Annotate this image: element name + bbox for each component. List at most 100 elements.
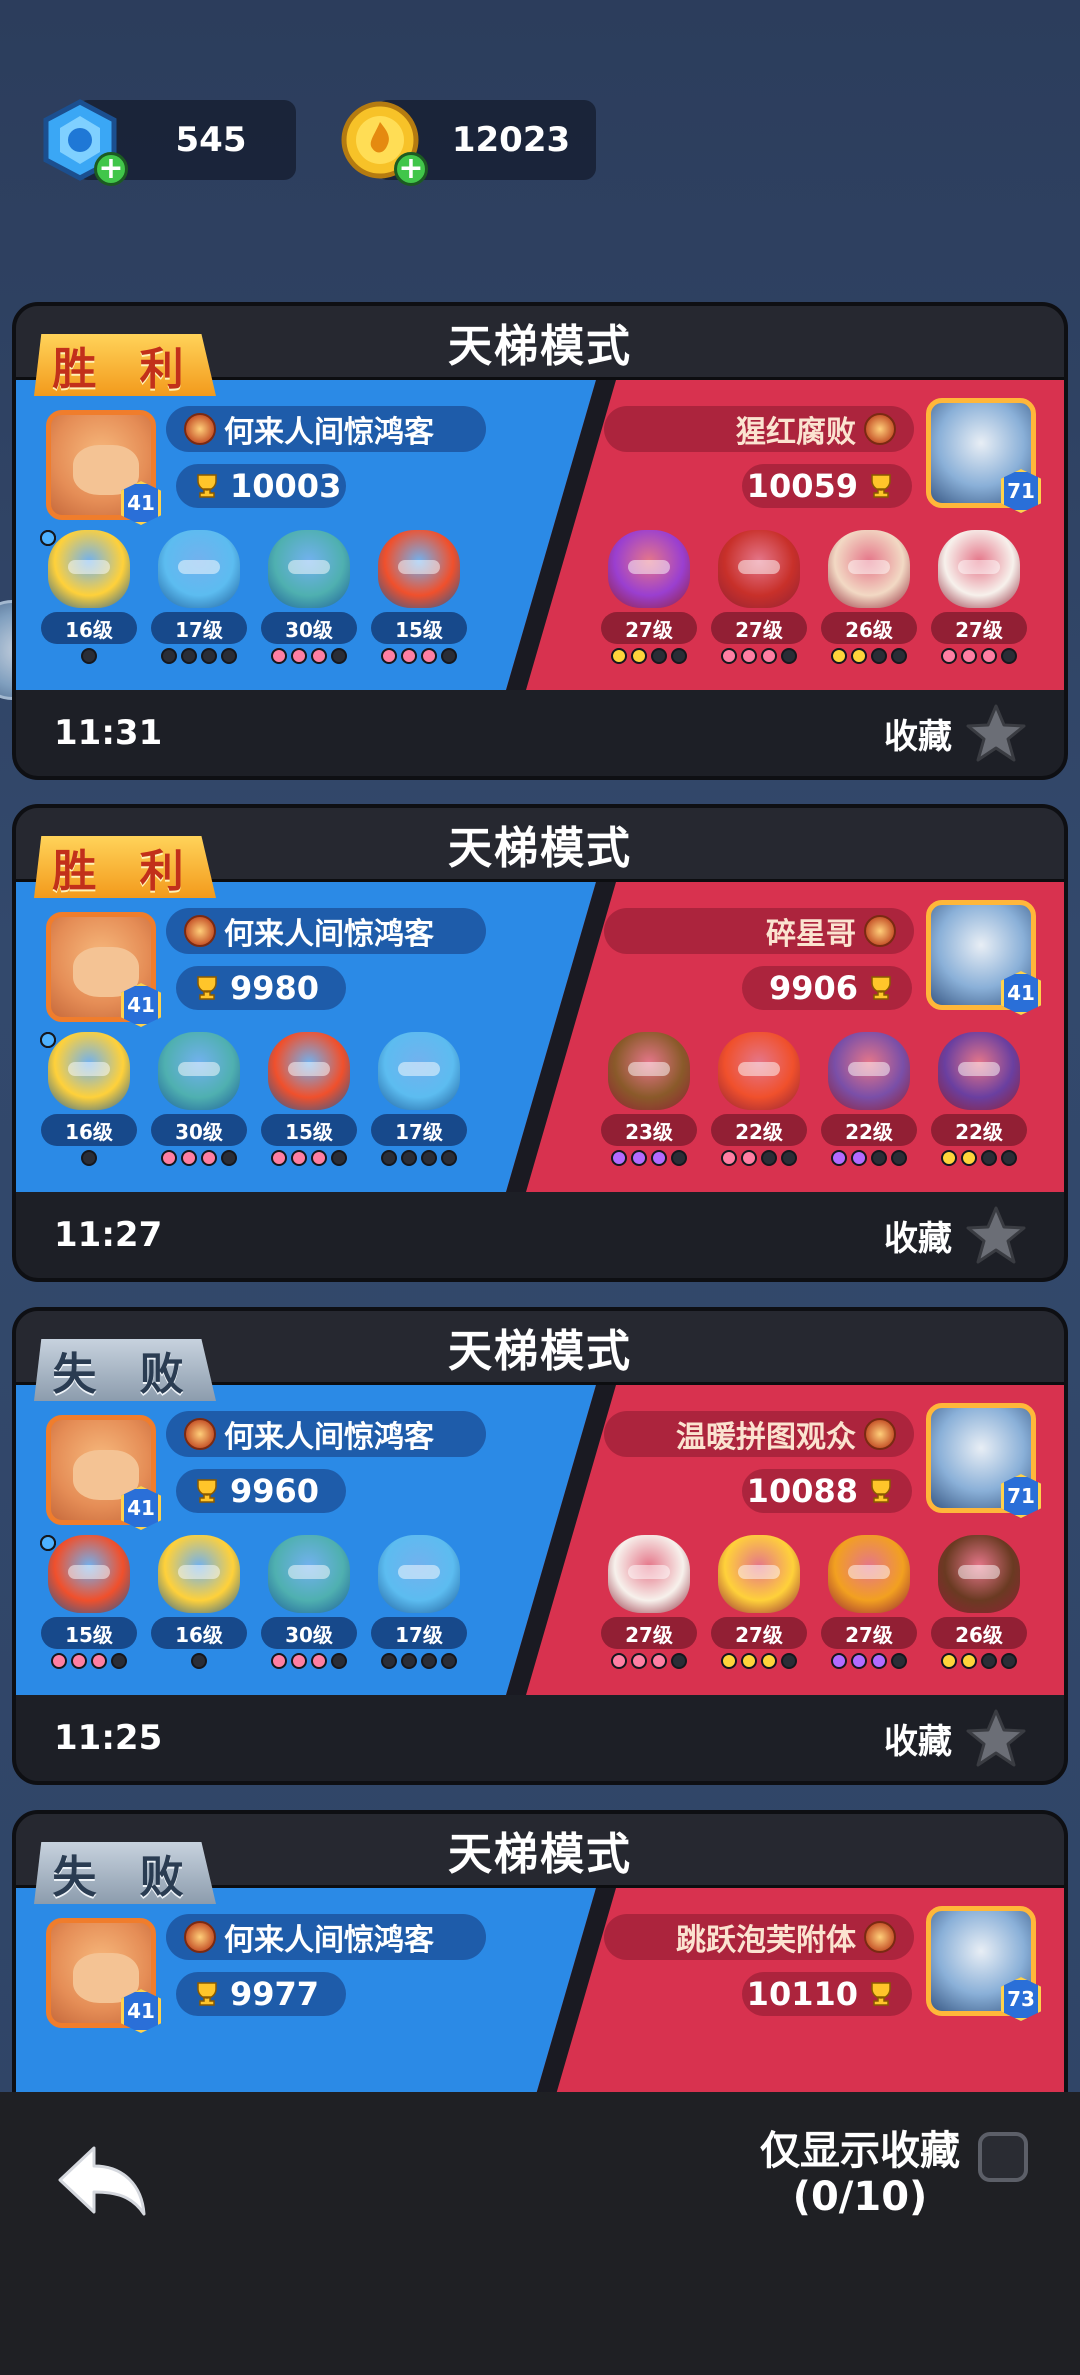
star-dot	[651, 1653, 667, 1669]
battle-record-card[interactable]: 天梯模式 41 何来人间惊鸿客 9980 41 碎星哥 9906 16级 30级…	[12, 804, 1068, 1282]
player-name: 何来人间惊鸿客	[224, 1923, 434, 1958]
unit-star-dots	[611, 648, 687, 664]
match-result-banner: 胜 利	[34, 334, 216, 396]
player-trophies: 9980	[230, 969, 320, 1007]
unit-level: 23级	[601, 1114, 697, 1146]
star-dot	[721, 1150, 737, 1166]
unit-slot: 27级	[930, 530, 1028, 664]
unit-portrait	[158, 530, 240, 608]
star-dot	[871, 1653, 887, 1669]
card-footer: 11:27 收藏	[16, 1192, 1064, 1278]
player-avatar[interactable]: 41	[46, 1918, 161, 2033]
unit-star-dots	[381, 1653, 457, 1669]
star-dot	[851, 1653, 867, 1669]
opponent-avatar[interactable]: 41	[926, 900, 1041, 1015]
unit-level: 16级	[151, 1617, 247, 1649]
unit-star-dots	[941, 1150, 1017, 1166]
opponent-avatar[interactable]: 71	[926, 398, 1041, 513]
unit-level: 27级	[931, 612, 1027, 644]
unit-slot: 17级	[370, 1032, 468, 1166]
star-dot	[71, 1653, 87, 1669]
player-trophy-pill: 9977	[176, 1972, 346, 2016]
star-dot	[311, 648, 327, 664]
opponent-lineup: 23级 22级 22级 22级	[600, 1032, 1028, 1166]
unit-star-dots	[721, 648, 797, 664]
star-dot	[441, 648, 457, 664]
opponent-avatar[interactable]: 73	[926, 1906, 1041, 2021]
opponent-name: 跳跃泡芙附体	[676, 1923, 856, 1958]
unit-level: 16级	[41, 612, 137, 644]
favorite-button[interactable]: 收藏	[884, 702, 1028, 764]
opponent-name-pill: 温暖拼图观众	[604, 1411, 914, 1457]
star-dot	[891, 648, 907, 664]
player-name-pill: 何来人间惊鸿客	[166, 1914, 486, 1960]
rank-icon	[184, 1921, 216, 1953]
player-avatar[interactable]: 41	[46, 912, 161, 1027]
player-avatar[interactable]: 41	[46, 1415, 161, 1530]
star-dot	[871, 1150, 887, 1166]
battle-record-card[interactable]: 天梯模式 41 何来人间惊鸿客 9960 71 温暖拼图观众 10088 15级…	[12, 1307, 1068, 1785]
favorite-label: 收藏	[884, 1721, 952, 1762]
unit-star-dots	[381, 1150, 457, 1166]
opponent-trophies: 10110	[746, 1975, 858, 2013]
star-dot	[40, 1032, 56, 1048]
favorites-only-checkbox[interactable]	[978, 2132, 1028, 2182]
opponent-name: 猩红腐败	[736, 415, 856, 450]
show-favorites-only-toggle[interactable]: 仅显示收藏 (0/10)	[760, 2128, 1028, 2220]
unit-slot: 27级	[710, 530, 808, 664]
player-trophies: 10003	[230, 467, 342, 505]
favorite-button[interactable]: 收藏	[884, 1707, 1028, 1769]
unit-slot: 16级	[40, 1535, 248, 1669]
opponent-name-pill: 猩红腐败	[604, 406, 914, 452]
player-avatar[interactable]: 41	[46, 410, 161, 525]
opponent-avatar[interactable]: 71	[926, 1403, 1041, 1518]
favorite-button[interactable]: 收藏	[884, 1204, 1028, 1266]
player-lineup: 16级 30级 15级 17级	[40, 1032, 468, 1166]
star-dot	[651, 1150, 667, 1166]
opponent-name: 温暖拼图观众	[676, 1420, 856, 1455]
opponent-name-pill: 碎星哥	[604, 908, 914, 954]
back-arrow-icon[interactable]	[54, 2142, 150, 2222]
unit-star-dots	[271, 1653, 347, 1669]
gem-counter[interactable]: + 545	[43, 99, 296, 186]
battle-record-card[interactable]: 天梯模式 41 何来人间惊鸿客 10003 71 猩红腐败 10059 16级 …	[12, 302, 1068, 780]
star-dot	[271, 648, 287, 664]
unit-star-dots	[381, 648, 457, 664]
star-dot	[781, 1653, 797, 1669]
star-dot	[201, 648, 217, 664]
player-lineup: 16级 17级 30级 15级	[40, 530, 468, 664]
unit-portrait	[268, 1535, 350, 1613]
star-dot	[961, 648, 977, 664]
star-dot	[161, 1150, 177, 1166]
match-arena: 41 何来人间惊鸿客 9980 41 碎星哥 9906 16级 30级 15级 …	[16, 882, 1064, 1192]
unit-portrait	[828, 1535, 910, 1613]
star-dot	[1001, 1653, 1017, 1669]
star-icon[interactable]	[964, 1204, 1028, 1266]
star-dot	[941, 1150, 957, 1166]
favorites-only-text: 仅显示收藏	[760, 2128, 960, 2174]
unit-portrait	[828, 530, 910, 608]
star-icon[interactable]	[964, 702, 1028, 764]
star-dot	[981, 648, 997, 664]
unit-portrait	[938, 1535, 1020, 1613]
player-lineup: 15级 16级 30级 17级	[40, 1535, 468, 1669]
unit-slot: 30级	[150, 1032, 248, 1166]
unit-level: 30级	[261, 1617, 357, 1649]
coin-counter[interactable]: + 12023	[341, 100, 596, 186]
opponent-level-badge: 73	[1001, 1977, 1041, 2021]
unit-level: 17级	[151, 612, 247, 644]
add-gems-icon[interactable]: +	[94, 152, 128, 186]
rank-icon	[864, 915, 896, 947]
add-coins-icon[interactable]: +	[394, 152, 428, 186]
star-dot	[651, 648, 667, 664]
star-dot	[201, 1150, 217, 1166]
star-dot	[81, 648, 97, 664]
opponent-lineup: 27级 27级 27级 26级	[600, 1535, 1028, 1669]
unit-level: 27级	[601, 612, 697, 644]
player-name: 何来人间惊鸿客	[224, 1420, 434, 1455]
star-icon[interactable]	[964, 1707, 1028, 1769]
match-time: 11:27	[54, 1215, 163, 1255]
unit-portrait	[608, 530, 690, 608]
match-result-banner: 失 败	[34, 1339, 216, 1401]
favorites-count: (0/10)	[792, 2174, 928, 2220]
